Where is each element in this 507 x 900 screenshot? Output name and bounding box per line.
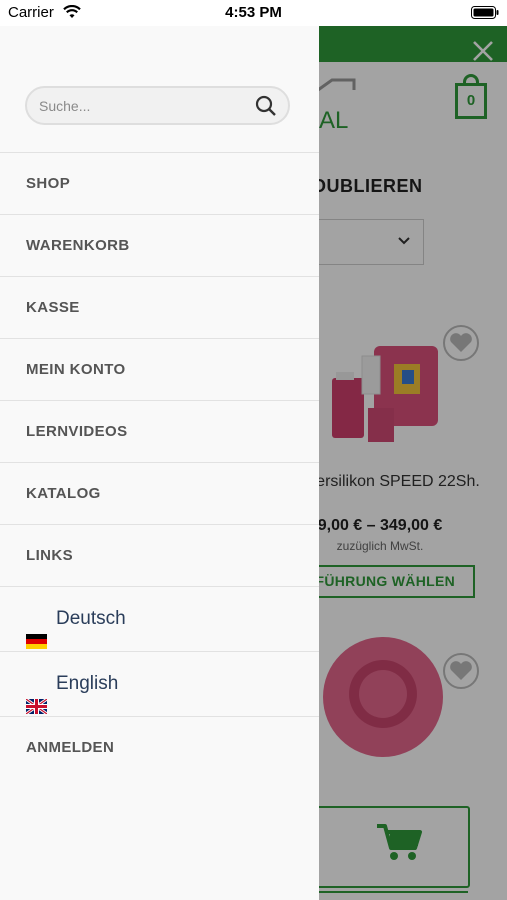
side-drawer: Suche... SHOP WARENKORB KASSE MEIN KONTO…	[0, 26, 319, 900]
language-item-english[interactable]: English	[0, 651, 319, 716]
language-label-english: English	[56, 673, 119, 694]
search-input[interactable]: Suche...	[39, 98, 90, 114]
menu-item-shop[interactable]: SHOP	[0, 152, 319, 214]
search-field[interactable]: Suche...	[25, 86, 290, 125]
battery-icon	[471, 6, 499, 23]
menu-item-lernvideos[interactable]: LERNVIDEOS	[0, 400, 319, 462]
drawer-menu: SHOP WARENKORB KASSE MEIN KONTO LERNVIDE…	[0, 152, 319, 778]
search-icon[interactable]	[255, 95, 277, 122]
menu-item-katalog[interactable]: KATALOG	[0, 462, 319, 524]
de-flag-icon	[26, 612, 47, 649]
menu-item-warenkorb[interactable]: WARENKORB	[0, 214, 319, 276]
gb-flag-icon	[25, 677, 48, 715]
menu-item-anmelden[interactable]: ANMELDEN	[0, 716, 319, 778]
status-bar: Carrier 4:53 PM	[0, 0, 507, 26]
menu-item-kasse[interactable]: KASSE	[0, 276, 319, 338]
menu-item-links[interactable]: LINKS	[0, 524, 319, 586]
language-item-deutsch[interactable]: Deutsch	[0, 586, 319, 651]
status-time: 4:53 PM	[225, 4, 282, 21]
menu-item-mein-konto[interactable]: MEIN KONTO	[0, 338, 319, 400]
language-label-deutsch: Deutsch	[56, 608, 126, 629]
